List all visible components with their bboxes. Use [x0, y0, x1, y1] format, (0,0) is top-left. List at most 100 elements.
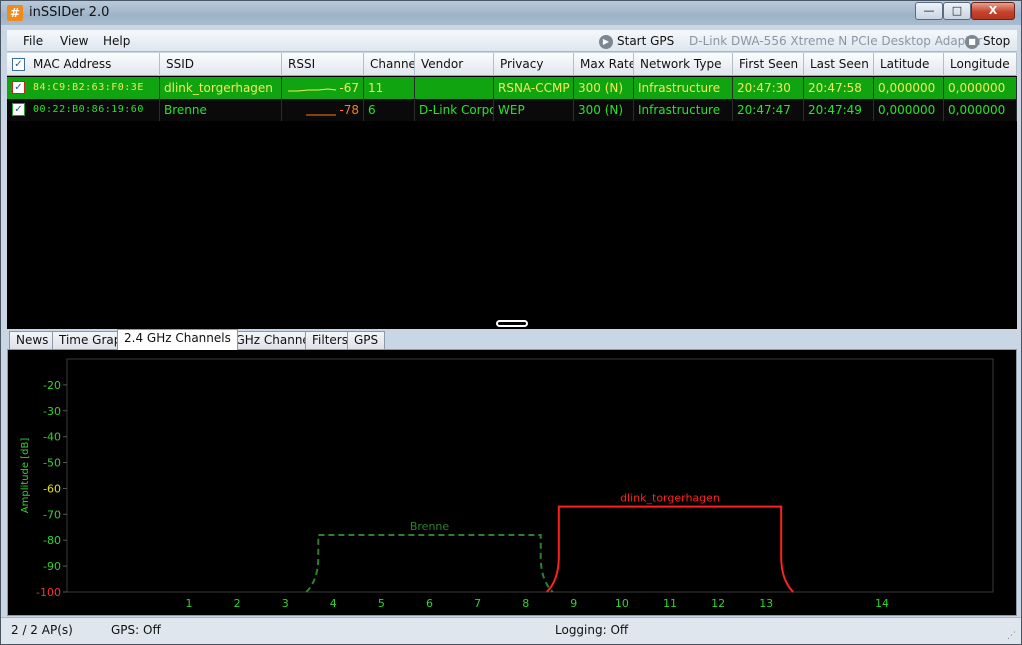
series-label: dlink_torgerhagen: [620, 492, 720, 505]
minimize-button[interactable]: —: [915, 2, 943, 20]
x-tick-label: 5: [378, 597, 385, 610]
x-tick-label: 8: [522, 597, 529, 610]
rssi-value: -67: [339, 81, 359, 95]
rssi-value: -78: [339, 103, 359, 117]
select-all-checkbox[interactable]: ✓: [12, 58, 25, 71]
channel-chart: -20-30-40-50-60-70-80-90-1001 2 3 4 5 6 7 8 9 10 1…: [20, 358, 994, 610]
first-seen-cell: 20:47:47: [733, 99, 804, 121]
gps-status: GPS: Off: [111, 623, 161, 637]
x-tick-label: 9: [570, 597, 577, 610]
table-row[interactable]: ✓ 84:C9:B2:63:F0:3E dlink_torgerhagen -6…: [7, 77, 1017, 99]
first-seen-cell: 20:47:30: [733, 77, 804, 99]
y-tick-label: -20: [43, 379, 61, 392]
menu-help[interactable]: Help: [103, 34, 130, 48]
tab-2-4-ghz-channels[interactable]: 2.4 GHz Channels: [117, 329, 238, 350]
column-header-channel[interactable]: Channel: [364, 53, 415, 76]
rssi-sparkline: [288, 88, 337, 92]
stop-button[interactable]: ■ Stop: [965, 32, 1010, 50]
column-header-privacy[interactable]: Privacy: [494, 53, 574, 76]
tab-strip: News Time Graph 2.4 GHz Channels 5 GHz C…: [7, 329, 1017, 350]
mac-cell: 00:22:B0:86:19:60: [29, 99, 160, 121]
table-row[interactable]: ✓ 00:22:B0:86:19:60 Brenne -78 6 D-Link …: [7, 99, 1017, 121]
rssi-cell: -67: [282, 77, 364, 99]
latitude-cell: 0,000000: [874, 77, 944, 99]
x-tick-label: 3: [282, 597, 289, 610]
last-seen-cell: 20:47:58: [804, 77, 874, 99]
x-tick-label: 2: [234, 597, 241, 610]
series-curve-brenne: [305, 534, 554, 593]
play-icon: ▶: [599, 34, 613, 49]
adapter-select[interactable]: D-Link DWA-556 Xtreme N PCIe Desktop Ada…: [689, 34, 982, 48]
start-gps-button[interactable]: ▶ Start GPS: [599, 32, 674, 50]
series-curve-dlink-torgerhagen: [546, 505, 794, 593]
channel-chart-panel: -20 -30 -40 -50 -60 -70 -80 -90 -100 1 2 3 4 5 6 7 8 9 10 1…: [7, 349, 1017, 616]
last-seen-cell: 20:47:49: [804, 99, 874, 121]
series-label: Brenne: [410, 520, 450, 533]
app-window: # inSSIDer 2.0 — □ X File View Help ▶ Sta…: [0, 0, 1022, 645]
y-axis-label: Amplitude [dB]: [20, 438, 31, 514]
y-tick-label: -70: [43, 508, 61, 521]
y-tick-label: -60: [43, 482, 61, 495]
network-type-cell: Infrastructure: [634, 77, 733, 99]
column-header-first-seen[interactable]: First Seen: [733, 53, 804, 76]
app-icon: #: [7, 5, 23, 21]
stop-icon: ■: [965, 34, 979, 49]
privacy-cell: WEP: [494, 99, 574, 121]
rssi-cell: -78: [282, 99, 364, 121]
tab-gps[interactable]: GPS: [347, 331, 386, 350]
menu-view[interactable]: View: [60, 34, 88, 48]
column-header-max-rate[interactable]: Max Rate: [574, 53, 634, 76]
y-tick-label: -100: [36, 586, 61, 599]
ssid-cell: dlink_torgerhagen: [160, 77, 282, 99]
max-rate-cell: 300 (N): [574, 77, 634, 99]
x-tick-label: 14: [875, 597, 889, 610]
column-header-network-type[interactable]: Network Type: [634, 53, 733, 76]
column-header-last-seen[interactable]: Last Seen: [804, 53, 874, 76]
latitude-cell: 0,000000: [874, 99, 944, 121]
network-type-cell: Infrastructure: [634, 99, 733, 121]
y-tick-label: -50: [43, 457, 61, 470]
resize-grip-icon[interactable]: ⋰: [1007, 631, 1017, 641]
x-tick-label: 7: [474, 597, 481, 610]
column-header-rssi[interactable]: RSSI: [282, 53, 364, 76]
y-tick-label: -40: [43, 431, 61, 444]
x-tick-label: 1: [186, 597, 193, 610]
column-header-ssid[interactable]: SSID: [160, 53, 282, 76]
window-title: inSSIDer 2.0: [29, 5, 110, 20]
ap-count-status: 2 / 2 AP(s): [11, 623, 73, 637]
ssid-cell: Brenne: [160, 99, 282, 121]
menu-bar: File View Help ▶ Start GPS D-Link DWA-556…: [7, 30, 1017, 52]
x-tick-label: 13: [759, 597, 773, 610]
column-header-vendor[interactable]: Vendor: [415, 53, 494, 76]
column-header-mac[interactable]: MAC Address: [27, 53, 160, 76]
max-rate-cell: 300 (N): [574, 99, 634, 121]
privacy-cell: RSNA-CCMP: [494, 77, 574, 99]
main-content: ✓ MAC Address SSID RSSI Channel Vendor P…: [7, 53, 1017, 616]
longitude-cell: 0,000000: [944, 99, 1017, 121]
column-header-longitude[interactable]: Longitude: [944, 53, 1017, 76]
panel-splitter-handle[interactable]: [496, 320, 528, 327]
vendor-cell: D-Link Corpo...: [415, 99, 494, 121]
x-tick-label: 6: [426, 597, 433, 610]
ap-table-header: ✓ MAC Address SSID RSSI Channel Vendor P…: [7, 53, 1017, 76]
row-checkbox[interactable]: ✓: [12, 103, 25, 116]
menu-file[interactable]: File: [23, 34, 43, 48]
y-tick-label: -80: [43, 534, 61, 547]
row-checkbox[interactable]: ✓: [12, 81, 25, 94]
channel-cell: 6: [364, 99, 415, 121]
x-tick-label: 4: [330, 597, 337, 610]
tab-news[interactable]: News: [9, 331, 56, 350]
y-tick-label: -30: [43, 405, 61, 418]
title-bar[interactable]: # inSSIDer 2.0 — □ X: [1, 1, 1021, 25]
maximize-button[interactable]: □: [943, 2, 971, 20]
close-button[interactable]: X: [971, 2, 1015, 20]
stop-label: Stop: [983, 34, 1011, 48]
logging-status: Logging: Off: [555, 623, 629, 637]
longitude-cell: 0,000000: [944, 77, 1017, 99]
channel-cell: 11: [364, 77, 415, 99]
x-tick-label: 11: [663, 597, 677, 610]
start-gps-label: Start GPS: [617, 34, 675, 48]
vendor-cell: [415, 77, 494, 99]
plot-area-frame: [66, 358, 994, 593]
column-header-latitude[interactable]: Latitude: [874, 53, 944, 76]
